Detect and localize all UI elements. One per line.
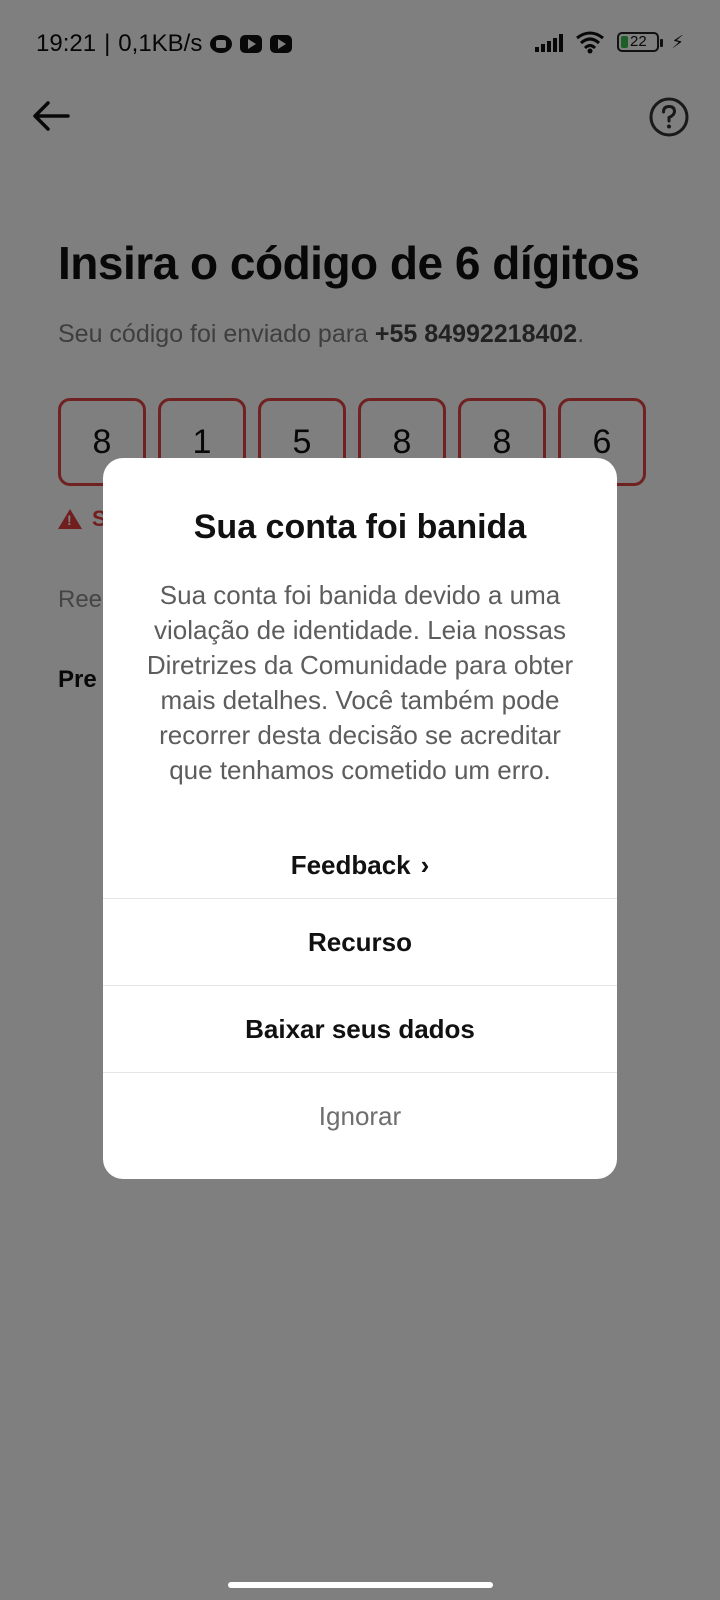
ban-dialog: Sua conta foi banida Sua conta foi banid…: [103, 458, 617, 1179]
feedback-link[interactable]: Feedback ›: [103, 850, 617, 881]
home-indicator[interactable]: [228, 1582, 493, 1588]
chevron-right-icon: ›: [420, 850, 430, 880]
ignore-button[interactable]: Ignorar: [103, 1072, 617, 1159]
download-data-button[interactable]: Baixar seus dados: [103, 985, 617, 1072]
feedback-label: Feedback: [290, 850, 411, 880]
appeal-button[interactable]: Recurso: [103, 898, 617, 985]
dialog-message: Sua conta foi banida devido a uma violaç…: [146, 580, 574, 785]
verification-screen: 19:21 | 0,1KB/s 22 ⚡: [0, 0, 720, 1600]
dialog-title: Sua conta foi banida: [193, 508, 527, 546]
